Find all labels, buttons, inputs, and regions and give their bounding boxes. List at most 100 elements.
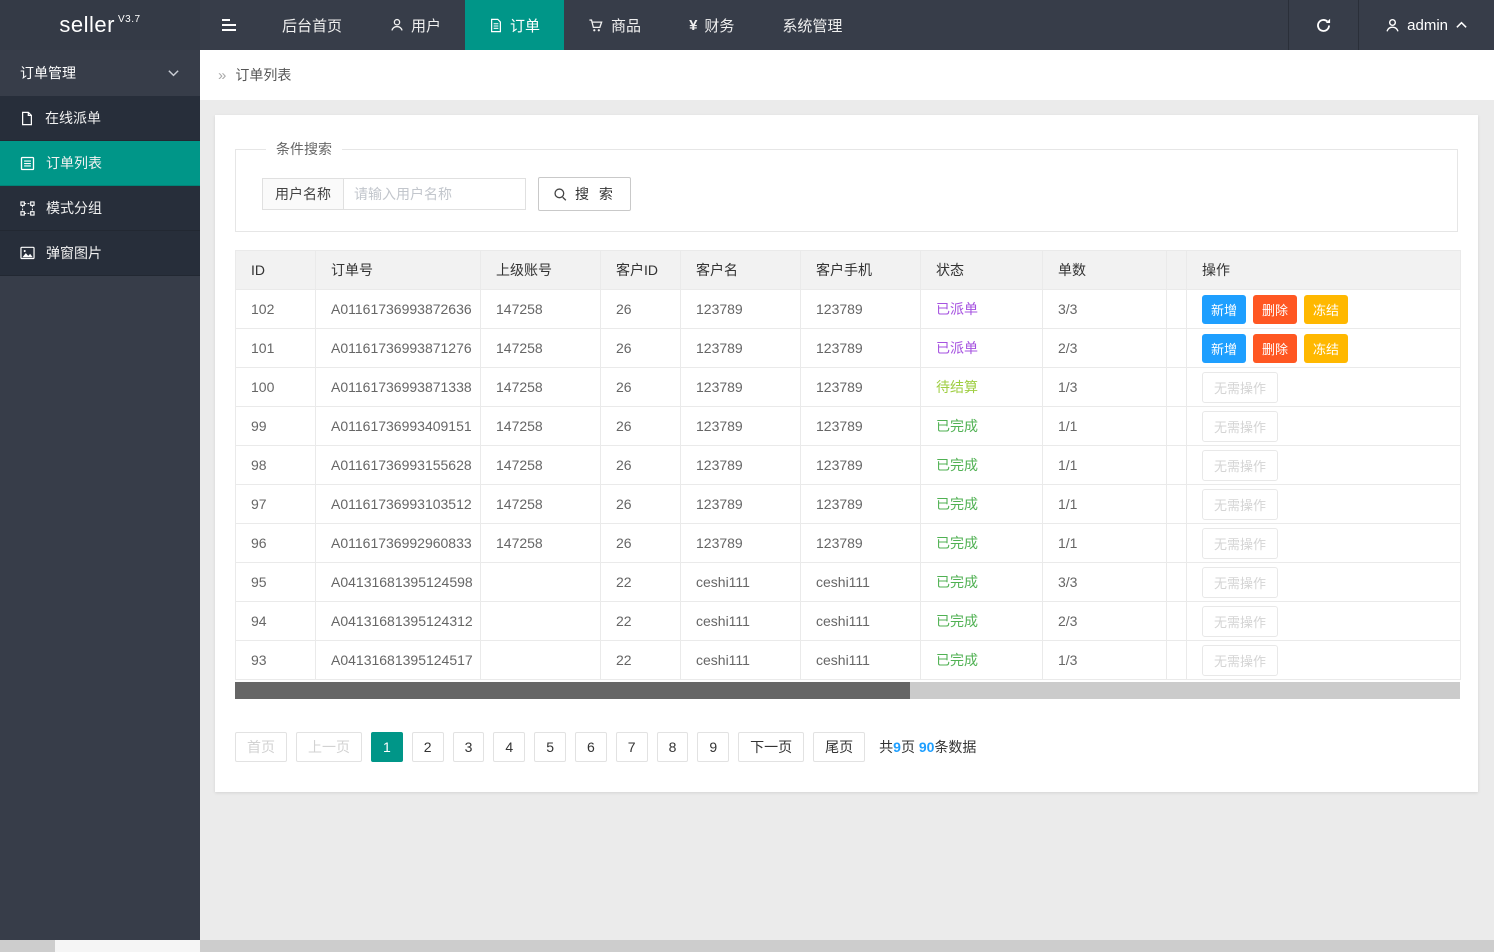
customer-name-cell: 123789 [681,485,801,524]
actions-cell: 无需操作 [1187,563,1461,602]
table-scrollbar-thumb[interactable] [235,682,910,699]
search-button[interactable]: 搜 索 [538,177,631,211]
customer-name-cell: 123789 [681,368,801,407]
spacer-cell [1167,290,1187,329]
status-badge: 已完成 [936,496,978,512]
page-button-8[interactable]: 8 [657,732,689,762]
sidebar-group-label: 订单管理 [20,63,76,83]
list-icon [20,156,35,171]
page-button-7[interactable]: 7 [616,732,648,762]
sidebar-toggle-button[interactable] [200,0,258,50]
sidebar-item-3[interactable]: 弹窗图片 [0,231,200,276]
nav-item-4[interactable]: ¥财务 [665,0,758,50]
freeze-button[interactable]: 冻结 [1304,295,1348,324]
column-header: 单数 [1043,251,1167,290]
count-cell: 1/1 [1043,485,1167,524]
customer-name-cell: 123789 [681,329,801,368]
spacer-cell [1167,524,1187,563]
sidebar-item-2[interactable]: 模式分组 [0,186,200,231]
search-panel: 条件搜索 用户名称 搜 索 [235,139,1458,232]
summary-total-records: 90 [919,739,935,755]
parent-account-cell: 147258 [481,446,601,485]
main-area: » 订单列表 条件搜索 用户名称 搜 索 ID订单号上级账号客户ID客户名客户手… [200,50,1494,940]
chevron-up-icon [1455,20,1468,30]
parent-account-cell [481,602,601,641]
no-action-button: 无需操作 [1202,567,1278,598]
nav-item-3[interactable]: 商品 [564,0,665,50]
order-table-wrap: ID订单号上级账号客户ID客户名客户手机状态单数操作102A0116173699… [235,250,1458,680]
count-cell: 1/1 [1043,524,1167,563]
sidebar-item-1[interactable]: 订单列表 [0,141,200,186]
refresh-button[interactable] [1288,0,1358,50]
refresh-icon [1315,17,1332,34]
no-action-button: 无需操作 [1202,372,1278,403]
breadcrumb-chevrons-icon: » [218,67,226,84]
actions-cell: 无需操作 [1187,602,1461,641]
page-button-1[interactable]: 1 [371,732,403,762]
actions-cell: 无需操作 [1187,368,1461,407]
customer-phone-cell: ceshi111 [801,602,921,641]
actions-cell: 无需操作 [1187,485,1461,524]
customer-phone-cell: ceshi111 [801,563,921,602]
freeze-button[interactable]: 冻结 [1304,334,1348,363]
count-cell: 2/3 [1043,329,1167,368]
sidebar-item-label: 在线派单 [45,108,101,128]
delete-button[interactable]: 删除 [1253,295,1297,324]
page-button-5[interactable]: 5 [534,732,566,762]
customer-name-cell: 123789 [681,407,801,446]
user-menu[interactable]: admin [1358,0,1494,50]
delete-button[interactable]: 删除 [1253,334,1297,363]
table-row: 96A0116173699296083314725826123789123789… [236,524,1461,563]
nav-item-0[interactable]: 后台首页 [258,0,366,50]
nav-item-1[interactable]: 用户 [366,0,465,50]
status-badge: 已完成 [936,613,978,629]
page-horizontal-scrollbar[interactable] [0,940,1494,952]
chevron-down-icon [167,69,180,78]
column-header: 上级账号 [481,251,601,290]
column-header: ID [236,251,316,290]
count-cell: 1/1 [1043,407,1167,446]
parent-account-cell: 147258 [481,329,601,368]
add-button[interactable]: 新增 [1202,334,1246,363]
sidebar-items: 在线派单订单列表模式分组弹窗图片 [0,96,200,276]
search-icon [553,187,568,202]
table-row: 100A011617369938713381472582612378912378… [236,368,1461,407]
add-button[interactable]: 新增 [1202,295,1246,324]
customer-name-cell: ceshi111 [681,641,801,680]
order-no-cell: A01161736992960833 [316,524,481,563]
page-button-4[interactable]: 4 [493,732,525,762]
sidebar-group-order-management[interactable]: 订单管理 [0,50,200,96]
parent-account-cell: 147258 [481,290,601,329]
sidebar-item-label: 模式分组 [46,198,102,218]
customer-name-cell: ceshi111 [681,563,801,602]
page-button-6[interactable]: 6 [575,732,607,762]
customer-phone-cell: 123789 [801,368,921,407]
status-cell: 已完成 [921,563,1043,602]
page-button-9[interactable]: 9 [697,732,729,762]
page-button-尾页[interactable]: 尾页 [813,732,865,762]
actions-cell: 新增删除冻结 [1187,329,1461,368]
page-scrollbar-thumb[interactable] [55,940,200,952]
page-button-3[interactable]: 3 [453,732,485,762]
file-icon [20,111,34,126]
status-badge: 已完成 [936,535,978,551]
column-header: 操作 [1187,251,1461,290]
column-header: 状态 [921,251,1043,290]
actions-cell: 无需操作 [1187,446,1461,485]
app-logo: sellerV3.7 [0,0,200,50]
nav-item-5[interactable]: 系统管理 [758,0,866,50]
search-row: 用户名称 搜 索 [262,177,1457,211]
status-cell: 已完成 [921,641,1043,680]
summary-suffix: 条数据 [934,739,976,755]
customer-phone-cell: ceshi111 [801,641,921,680]
table-row: 98A0116173699315562814725826123789123789… [236,446,1461,485]
order-table: ID订单号上级账号客户ID客户名客户手机状态单数操作102A0116173699… [235,250,1461,680]
sidebar-item-0[interactable]: 在线派单 [0,96,200,141]
table-horizontal-scrollbar[interactable] [235,682,1460,699]
username-input[interactable] [343,178,526,210]
page-button-2[interactable]: 2 [412,732,444,762]
order-no-cell: A04131681395124517 [316,641,481,680]
nav-item-2[interactable]: 订单 [465,0,564,50]
id-cell: 95 [236,563,316,602]
page-button-下一页[interactable]: 下一页 [738,732,804,762]
